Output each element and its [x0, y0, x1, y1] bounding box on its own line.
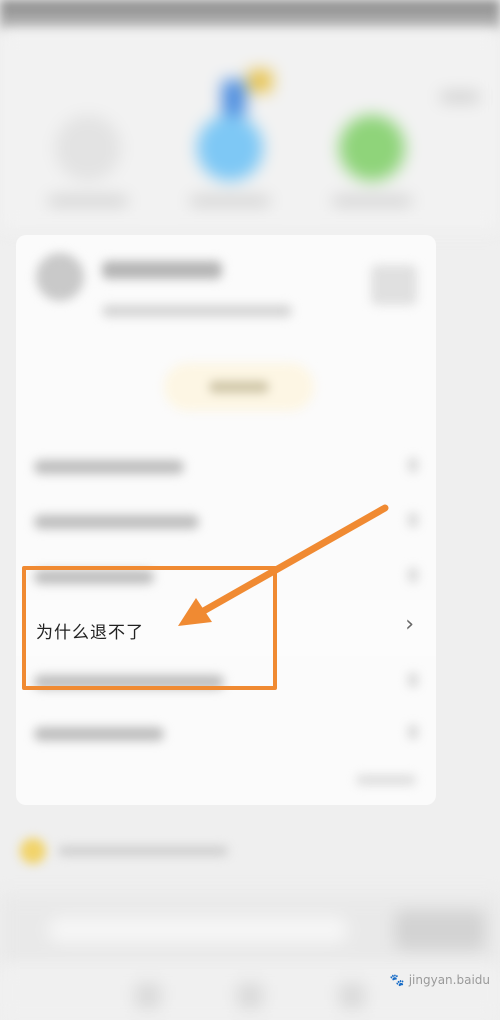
card-title — [102, 261, 222, 279]
quick-action-right[interactable] — [332, 115, 412, 205]
status-bar — [0, 0, 500, 30]
send-button[interactable] — [395, 910, 485, 950]
quick-action-left[interactable] — [48, 115, 128, 205]
help-card — [16, 235, 436, 805]
nav-icon[interactable] — [339, 983, 365, 1009]
quick-action-icon — [339, 115, 405, 181]
paw-icon: 🐾 — [389, 973, 405, 987]
quick-action-icon — [55, 115, 121, 181]
notice-text — [58, 846, 228, 856]
card-subtitle — [102, 305, 292, 317]
chevron-right-icon — [408, 513, 418, 527]
quick-action-label — [332, 197, 412, 205]
chevron-right-icon — [408, 725, 418, 739]
quick-action-label — [48, 197, 128, 205]
watermark: 🐾 jingyan.baidu — [380, 966, 490, 994]
view-more-link[interactable] — [356, 775, 416, 785]
app-logo — [222, 70, 278, 120]
list-item[interactable] — [16, 440, 436, 492]
quick-action-icon — [197, 115, 263, 181]
list-item[interactable] — [16, 707, 436, 759]
top-panel — [0, 30, 500, 230]
avatar — [36, 253, 84, 301]
chevron-right-icon — [408, 568, 418, 582]
nav-icon[interactable] — [135, 983, 161, 1009]
chevron-right-icon: › — [405, 612, 414, 637]
more-icon[interactable] — [440, 92, 480, 102]
chat-input[interactable] — [48, 917, 348, 943]
nav-icon[interactable] — [237, 983, 263, 1009]
quick-action-label — [190, 197, 270, 205]
card-pill-button[interactable] — [164, 363, 314, 411]
chevron-right-icon — [408, 673, 418, 687]
watermark-text: jingyan.baidu — [408, 973, 490, 987]
annotation-highlight-box — [22, 566, 277, 690]
chevron-right-icon — [408, 458, 418, 472]
card-action-icon[interactable] — [371, 265, 417, 305]
chat-input-bar — [0, 895, 500, 965]
list-item[interactable] — [16, 495, 436, 547]
notice-icon — [20, 838, 46, 864]
quick-action-middle[interactable] — [190, 115, 270, 205]
notice-bar[interactable] — [16, 830, 436, 870]
